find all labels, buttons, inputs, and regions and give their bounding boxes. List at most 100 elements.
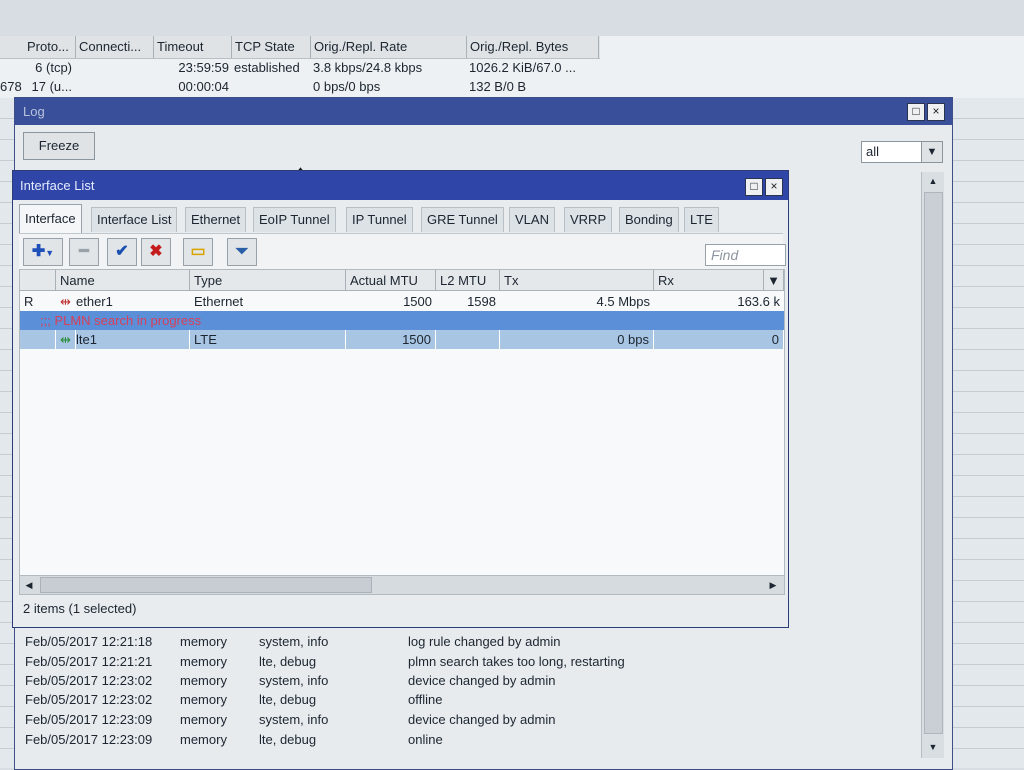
scroll-left-icon[interactable]: ◀ [20,576,38,594]
disable-button[interactable]: ✖ [141,238,171,266]
log-time: Feb/05/2017 12:23:09 [25,712,153,727]
log-time: Feb/05/2017 12:23:02 [25,692,153,707]
tab-eoip-tunnel[interactable]: EoIP Tunnel [253,207,336,232]
col-timeout[interactable]: Timeout [154,36,232,58]
tab-bonding[interactable]: Bonding [619,207,679,232]
status-bar: 2 items (1 selected) [23,601,137,616]
log-topics: system, info [259,634,329,649]
log-scroll-thumb[interactable] [924,192,943,734]
log-time: Feb/05/2017 12:23:02 [25,673,153,688]
tab-gre-tunnel[interactable]: GRE Tunnel [421,207,504,232]
log-time: Feb/05/2017 12:21:21 [25,654,153,669]
log-topics: lte, debug [259,732,317,747]
log-time: Feb/05/2017 12:21:18 [25,634,153,649]
chevron-down-icon: ▼ [45,248,55,258]
col-rx[interactable]: Rx [654,270,764,291]
row-rx: 163.6 k [737,294,780,309]
log-title: Log [23,104,45,119]
scroll-right-icon[interactable]: ▶ [764,576,782,594]
toolbar: ✚▼ ━ ✔ ✖ ▭ ⏷ [19,233,783,270]
conn-state: established [234,60,300,75]
interface-list-window: Interface List □ × Interface Interface L… [12,170,789,628]
connections-header: Proto... Connecti... Timeout TCP State O… [0,36,600,59]
tab-bar: Interface Interface List Ethernet EoIP T… [19,204,784,233]
maximize-icon[interactable]: □ [745,178,763,196]
freeze-button[interactable]: Freeze [23,132,95,160]
minus-icon: ━ [79,243,89,260]
tab-vrrp[interactable]: VRRP [564,207,613,232]
remove-button[interactable]: ━ [69,238,99,266]
conn-proto: 17 (u... [31,79,72,94]
log-topics: system, info [259,712,329,727]
dropdown-arrow-icon[interactable]: ▼ [921,141,943,163]
note-icon: ▭ [190,243,206,260]
conn-rate: 0 bps/0 bps [313,79,381,94]
table-row[interactable]: R ⇹ ether1 Ethernet 1500 1598 4.5 Mbps 1… [20,292,784,311]
log-buffer: memory [180,732,227,747]
col-bytes[interactable]: Orig./Repl. Bytes [467,36,599,58]
table-row-comment[interactable]: ;;; PLMN search in progress [20,311,784,330]
row-name: ether1 [76,294,113,309]
add-button[interactable]: ✚▼ [23,238,63,266]
column-menu-icon[interactable]: ▼ [764,270,784,291]
find-input[interactable]: Find [705,244,786,266]
scroll-down-icon[interactable]: ▼ [922,738,944,756]
col-flag[interactable] [20,270,56,291]
log-buffer: memory [180,673,227,688]
horizontal-scrollbar[interactable]: ◀ ▶ [19,575,785,595]
log-message: device changed by admin [408,673,556,688]
col-rate[interactable]: Orig./Repl. Rate [311,36,467,58]
tab-ip-tunnel[interactable]: IP Tunnel [346,207,413,232]
col-tcp-state[interactable]: TCP State [232,36,311,58]
conn-bytes: 132 B/0 B [469,79,527,94]
log-message: offline [408,692,443,707]
col-tx[interactable]: Tx [500,270,654,291]
col-connection[interactable]: Connecti... [76,36,154,58]
col-l2-mtu[interactable]: L2 MTU [436,270,500,291]
close-icon[interactable]: × [927,103,945,121]
col-proto[interactable]: Proto... [24,36,76,58]
conn-timeout: 23:59:59 [178,60,229,75]
tab-vlan[interactable]: VLAN [509,207,555,232]
tab-lte[interactable]: LTE [684,207,719,232]
log-time: Feb/05/2017 12:23:09 [25,732,153,747]
plus-icon: ✚ [31,243,46,260]
log-topics: system, info [259,673,329,688]
tab-ethernet[interactable]: Ethernet [185,207,247,232]
tab-interface[interactable]: Interface [19,204,82,233]
row-tx: 0 bps [500,330,654,349]
conn-rate: 3.8 kbps/24.8 kbps [313,60,423,75]
row-type: LTE [190,330,346,349]
log-filter-select[interactable]: all [861,141,923,163]
tab-interface-list[interactable]: Interface List [91,207,178,232]
scroll-up-icon[interactable]: ▲ [922,172,944,190]
log-topics: lte, debug [259,692,317,707]
table-row[interactable]: ⇹ lte1 LTE 1500 0 bps 0 [20,330,784,349]
col-name[interactable]: Name [56,270,190,291]
conn-bytes: 1026.2 KiB/67.0 ... [469,60,576,75]
log-scrollbar[interactable]: ▲ ▼ [921,172,944,758]
conn-proto: 6 (tcp) [35,60,72,75]
row-actual-mtu: 1500 [403,294,432,309]
maximize-icon[interactable]: □ [907,103,925,121]
log-message: plmn search takes too long, restarting [408,654,625,669]
row-tx: 4.5 Mbps [596,294,650,309]
enable-button[interactable]: ✔ [107,238,137,266]
comment-button[interactable]: ▭ [183,238,213,266]
log-titlebar[interactable]: Log □ × [15,98,952,125]
log-message: device changed by admin [408,712,556,727]
row-l2-mtu: 1598 [467,294,496,309]
col-type[interactable]: Type [190,270,346,291]
conn-timeout: 00:00:04 [178,79,229,94]
log-buffer: memory [180,692,227,707]
filter-button[interactable]: ⏷ [227,238,257,266]
col-actual-mtu[interactable]: Actual MTU [346,270,436,291]
close-icon[interactable]: × [765,178,783,196]
row-l2-mtu [436,330,500,349]
row-name: lte1 [72,330,190,349]
interface-table: Name Type Actual MTU L2 MTU Tx Rx ▼ R ⇹ … [19,269,785,577]
interface-title: Interface List [20,178,95,193]
interface-titlebar[interactable]: Interface List □ × [13,171,788,200]
horizontal-scroll-thumb[interactable] [40,577,372,593]
row-flag: R [24,294,34,309]
